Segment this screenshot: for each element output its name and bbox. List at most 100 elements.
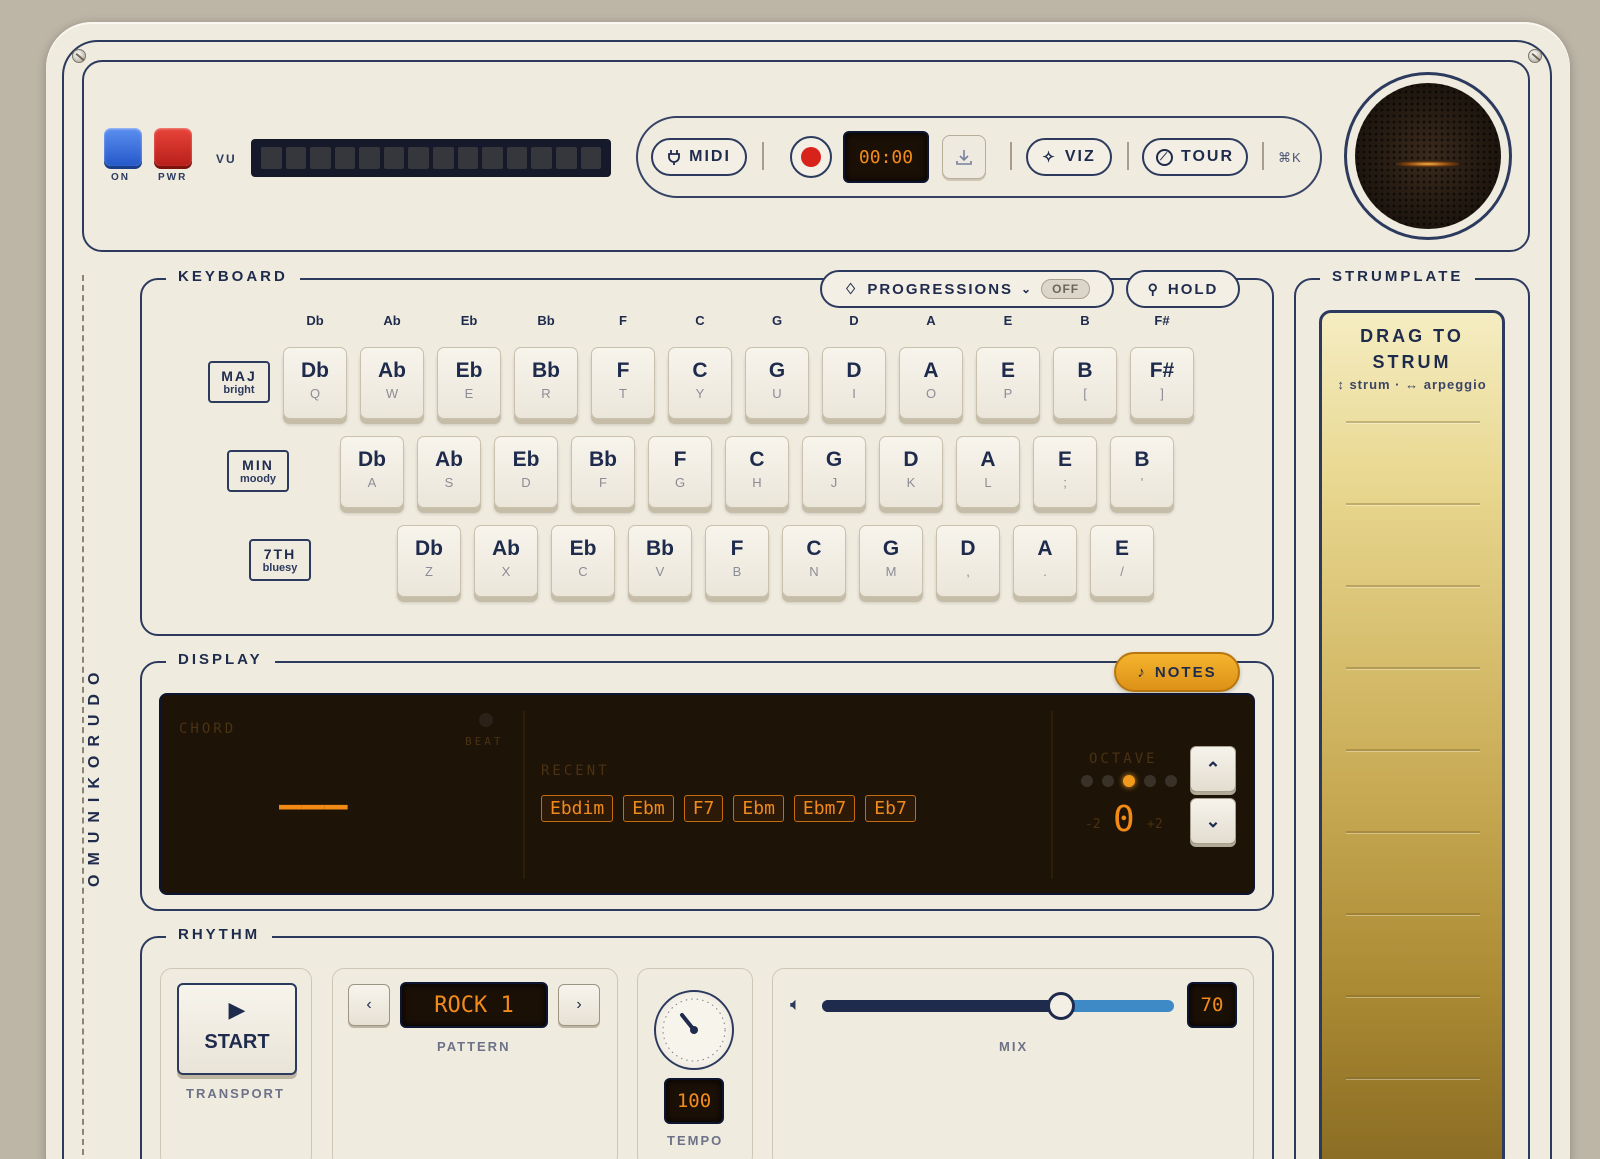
chord-key[interactable]: GM <box>859 525 923 597</box>
bulb-icon: ♢ <box>843 281 860 298</box>
octave-dot <box>1102 775 1114 787</box>
chord-key[interactable]: Db Q <box>283 347 347 419</box>
column-label: E <box>1003 313 1013 328</box>
chord-key-shortcut: J <box>830 475 838 490</box>
row-label-min[interactable]: MIN moody <box>227 450 289 492</box>
chord-key[interactable]: E / <box>1090 525 1154 597</box>
hold-button[interactable]: ⚲ HOLD <box>1126 270 1240 308</box>
chevron-down-icon: ⌄ <box>1021 282 1034 296</box>
column-label: F# <box>1154 313 1170 328</box>
chord-key[interactable]: Bb V <box>628 525 692 597</box>
chord-key[interactable]: EP <box>976 347 1040 419</box>
chord-key[interactable]: D, <box>936 525 1000 597</box>
chord-key-note: Eb <box>569 537 597 560</box>
progressions-dropdown[interactable]: ♢ PROGRESSIONS ⌄ OFF <box>820 270 1114 308</box>
chord-key[interactable]: Db A <box>340 436 404 508</box>
chord-key-shortcut: P <box>1003 386 1013 401</box>
power-button[interactable] <box>154 128 192 166</box>
pattern-prev-button[interactable]: ‹ <box>348 984 390 1026</box>
vu-segment <box>482 147 503 169</box>
chord-key-shortcut: Y <box>695 386 705 401</box>
chord-key-note: D <box>903 448 919 471</box>
strum-pad[interactable]: DRAG TO STRUM ↕ strum · ↔ arpeggio <box>1319 310 1505 1159</box>
chord-key[interactable]: E; <box>1033 436 1097 508</box>
chord-key[interactable]: Db Z <box>397 525 461 597</box>
strum-string <box>1346 667 1480 669</box>
chord-key-note: B <box>1077 359 1093 382</box>
recent-chord: Ebm7 <box>793 795 856 822</box>
tempo-label: TEMPO <box>667 1133 724 1148</box>
vu-segment <box>310 147 331 169</box>
chord-key[interactable]: DK <box>879 436 943 508</box>
progressions-toggle[interactable]: OFF <box>1041 279 1091 299</box>
chord-key[interactable]: F#] <box>1130 347 1194 419</box>
chord-key-shortcut: B <box>732 564 742 579</box>
chord-key[interactable]: Bb F <box>571 436 635 508</box>
pattern-next-button[interactable]: › <box>558 984 600 1026</box>
tour-button[interactable]: ⟋ TOUR <box>1142 138 1248 176</box>
chord-key[interactable]: GJ <box>802 436 866 508</box>
row-label-text: MIN <box>242 457 274 473</box>
chord-key[interactable]: Ab W <box>360 347 424 419</box>
chord-key[interactable]: FT <box>591 347 655 419</box>
chord-key-shortcut: I <box>852 386 856 401</box>
chord-key[interactable]: CH <box>725 436 789 508</box>
recent-chord: Eb7 <box>865 795 916 822</box>
chord-key-note: E <box>1114 537 1129 560</box>
download-button[interactable] <box>942 135 986 179</box>
midi-button[interactable]: MIDI <box>651 138 747 176</box>
chord-key[interactable]: CY <box>668 347 732 419</box>
brand-wordmark: OMUNIKORUDO <box>86 663 103 887</box>
mix-slider[interactable] <box>822 992 1174 1020</box>
chord-key-note: Ab <box>492 537 520 560</box>
chord-key[interactable]: B ' <box>1110 436 1174 508</box>
chord-key[interactable]: Eb C <box>551 525 615 597</box>
record-button[interactable] <box>790 136 832 178</box>
download-icon <box>956 150 972 165</box>
chord-key[interactable]: A. <box>1013 525 1077 597</box>
chord-value: ——— <box>279 783 348 827</box>
chord-key-note: G <box>768 359 786 382</box>
chord-key[interactable]: AO <box>899 347 963 419</box>
viz-button[interactable]: ✧ VIZ <box>1026 138 1112 176</box>
chord-key[interactable]: FB <box>705 525 769 597</box>
column-label: D <box>849 313 859 328</box>
screw-icon <box>1528 49 1542 63</box>
tempo-knob[interactable] <box>654 990 734 1070</box>
chord-key-shortcut: ] <box>1160 386 1164 401</box>
strum-string <box>1346 995 1480 997</box>
chord-key[interactable]: DI <box>822 347 886 419</box>
octave-up-button[interactable]: ⌃ <box>1190 746 1236 792</box>
chord-key-note: F <box>730 537 744 560</box>
chord-key[interactable]: Eb D <box>494 436 558 508</box>
chord-key[interactable]: Eb E <box>437 347 501 419</box>
chord-key[interactable]: CN <box>782 525 846 597</box>
notes-button[interactable]: ♪ NOTES <box>1114 652 1240 692</box>
chord-key[interactable]: B[ <box>1053 347 1117 419</box>
chord-key[interactable]: Ab S <box>417 436 481 508</box>
octave-min: -2 <box>1085 817 1101 832</box>
on-button[interactable] <box>104 128 142 166</box>
chord-key[interactable]: Bb R <box>514 347 578 419</box>
chord-key-note: G <box>882 537 900 560</box>
music-note-icon: ♪ <box>1137 663 1147 681</box>
octave-down-button[interactable]: ⌄ <box>1190 798 1236 844</box>
chord-key-shortcut: ; <box>1063 475 1067 490</box>
start-button[interactable]: ▶ START <box>177 983 297 1075</box>
row-label-7th[interactable]: 7TH bluesy <box>249 539 311 581</box>
row-label-sub: bluesy <box>262 562 298 574</box>
chord-key[interactable]: GU <box>745 347 809 419</box>
chord-key-shortcut: C <box>578 564 588 579</box>
strumplate-title: STRUMPLATE <box>1320 268 1476 285</box>
chord-key[interactable]: FG <box>648 436 712 508</box>
divider <box>1127 142 1129 170</box>
row-label-sub: bright <box>223 384 255 396</box>
octave-dots <box>1081 775 1177 787</box>
chord-key-shortcut: Q <box>309 386 321 401</box>
tempo-display: 100 <box>664 1078 724 1124</box>
row-label-maj[interactable]: MAJ bright <box>208 361 270 403</box>
progressions-label: PROGRESSIONS <box>867 280 1014 298</box>
column-label: F <box>619 313 627 328</box>
chord-key[interactable]: Ab X <box>474 525 538 597</box>
chord-key[interactable]: AL <box>956 436 1020 508</box>
